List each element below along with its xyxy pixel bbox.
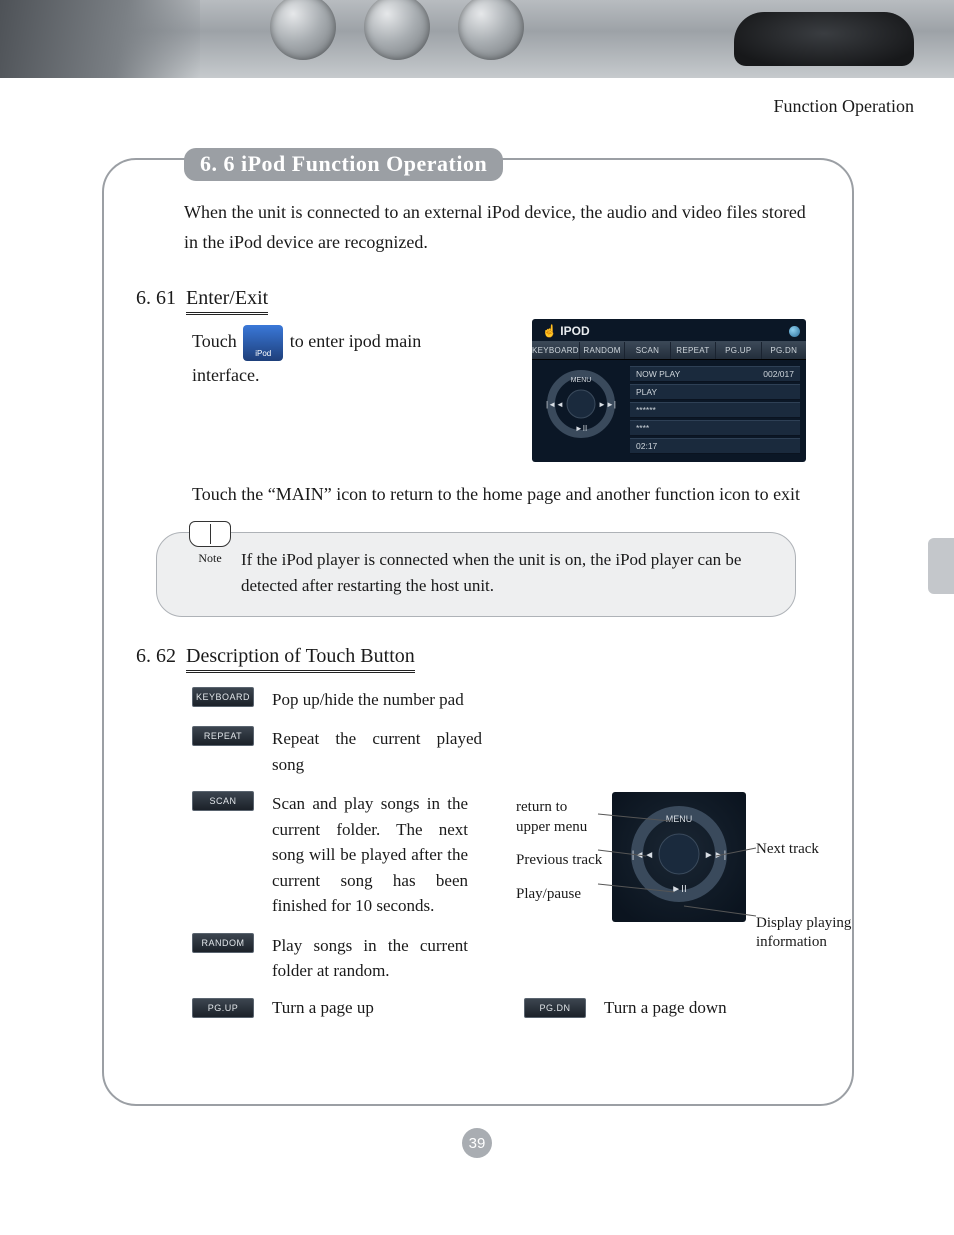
subsection-number: 6. 62 bbox=[136, 645, 176, 668]
svg-text:►►|: ►►| bbox=[704, 850, 726, 861]
tab-random: RANDOM bbox=[580, 342, 625, 359]
pgdn-desc: Turn a page down bbox=[604, 998, 727, 1018]
scan-button: SCAN bbox=[192, 791, 254, 811]
random-desc: Play songs in the current folder at rand… bbox=[272, 933, 468, 984]
tab-pgup: PG.UP bbox=[716, 342, 761, 359]
label-return: return to upper menu bbox=[516, 798, 604, 837]
section-side-tab bbox=[928, 538, 954, 594]
label-play: Play/pause bbox=[516, 885, 604, 905]
label-display: Display playing information bbox=[756, 914, 876, 953]
note-callout: Note If the iPod player is connected whe… bbox=[156, 532, 796, 617]
subsection-title: Description of Touch Button bbox=[186, 645, 415, 673]
label-prev: Previous track bbox=[516, 851, 604, 871]
decor-dashboard bbox=[734, 12, 914, 66]
scan-desc: Scan and play songs in the current folde… bbox=[272, 791, 468, 919]
svg-text:|◄◄: |◄◄ bbox=[632, 850, 654, 861]
ipod-interface-screenshot: ☝ IPOD KEYBOARD RANDOM SCAN REPEAT PG.UP… bbox=[532, 319, 806, 462]
control-wheel-icon: MENU |◄◄ ►►| ►II bbox=[543, 369, 619, 439]
subsection-title: Enter/Exit bbox=[186, 287, 268, 315]
info-row: **** bbox=[630, 420, 800, 436]
keyboard-button: KEYBOARD bbox=[192, 687, 254, 707]
close-icon bbox=[789, 326, 800, 337]
note-icon: Note bbox=[189, 521, 231, 568]
note-label: Note bbox=[198, 551, 221, 565]
keyboard-desc: Pop up/hide the number pad bbox=[272, 687, 482, 713]
touch-prefix: Touch bbox=[192, 332, 237, 352]
tab-repeat: REPEAT bbox=[671, 342, 716, 359]
svg-text:|◄◄: |◄◄ bbox=[546, 400, 564, 409]
exit-instruction: Touch the “MAIN” icon to return to the h… bbox=[192, 480, 820, 510]
tab-keyboard: KEYBOARD bbox=[532, 342, 580, 359]
decor-knob bbox=[270, 0, 336, 60]
subsection-number: 6. 61 bbox=[136, 287, 176, 310]
decor-knob bbox=[458, 0, 524, 60]
svg-text:►II: ►II bbox=[575, 424, 587, 433]
ipod-app-icon bbox=[243, 325, 283, 361]
tab-scan: SCAN bbox=[625, 342, 670, 359]
svg-text:►II: ►II bbox=[671, 884, 686, 895]
repeat-button: REPEAT bbox=[192, 726, 254, 746]
page-header: Function Operation bbox=[774, 96, 914, 117]
svg-text:►►|: ►►| bbox=[598, 400, 616, 409]
control-wheel-panel: MENU |◄◄ ►►| ►II bbox=[612, 792, 746, 922]
svg-text:MENU: MENU bbox=[571, 377, 592, 384]
random-button: RANDOM bbox=[192, 933, 254, 953]
ipod-title: IPOD bbox=[560, 324, 589, 338]
info-row: ****** bbox=[630, 402, 800, 418]
enter-instruction: Touch to enter ipod main interface. bbox=[192, 325, 472, 390]
page-number: 39 bbox=[462, 1128, 492, 1158]
pgdn-button: PG.DN bbox=[524, 998, 586, 1018]
label-next: Next track bbox=[756, 840, 876, 860]
tab-pgdn: PG.DN bbox=[762, 342, 806, 359]
section-title: 6. 6 iPod Function Operation bbox=[184, 148, 503, 181]
decor-knob bbox=[364, 0, 430, 60]
content-frame: 6. 6 iPod Function Operation When the un… bbox=[102, 158, 854, 1106]
repeat-desc: Repeat the current played song bbox=[272, 726, 482, 777]
intro-text: When the unit is connected to an externa… bbox=[184, 198, 820, 257]
note-text: If the iPod player is connected when the… bbox=[241, 550, 741, 595]
pgup-button: PG.UP bbox=[192, 998, 254, 1018]
info-row: 02:17 bbox=[630, 438, 800, 454]
page-banner bbox=[0, 0, 954, 78]
info-row: NOW PLAY002/017 bbox=[630, 366, 800, 382]
svg-text:MENU: MENU bbox=[666, 814, 693, 824]
info-row: PLAY bbox=[630, 384, 800, 400]
pgup-desc: Turn a page up bbox=[272, 998, 432, 1018]
